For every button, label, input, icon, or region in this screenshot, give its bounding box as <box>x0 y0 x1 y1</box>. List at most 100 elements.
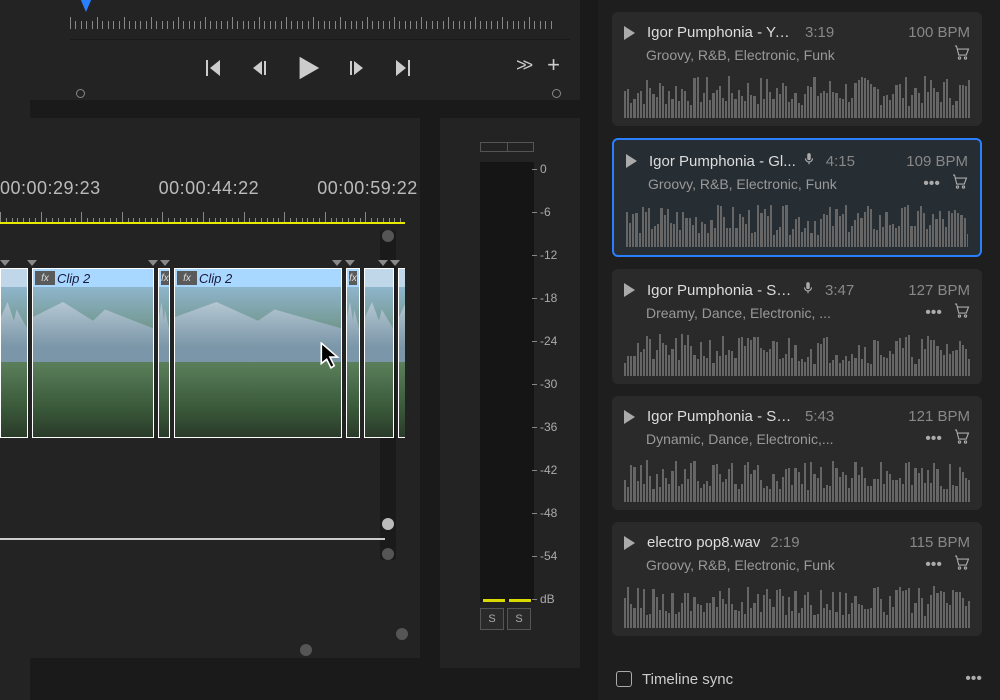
meter-tick-label: -18 <box>540 291 557 305</box>
fx-badge[interactable]: fx <box>177 271 197 285</box>
add-marker-button[interactable]: + <box>547 52 560 78</box>
track-duration: 3:47 <box>825 282 854 299</box>
step-forward-button[interactable] <box>344 56 368 80</box>
solo-button-left[interactable]: S <box>480 608 504 630</box>
music-track-card[interactable]: Igor Pumphonia - Spa... 3:47 127 BPM Dreamy… <box>612 269 982 384</box>
timecode-label: 00:00:29:23 <box>0 178 101 206</box>
meter-tick-label: dB <box>540 592 555 606</box>
track-waveform[interactable] <box>624 584 970 628</box>
track-bpm: 115 BPM <box>909 534 970 551</box>
music-track-card[interactable]: Igor Pumphonia - Gl... 4:15 109 BPM Groovy,… <box>612 138 982 257</box>
meter-tick-label: -54 <box>540 549 557 563</box>
play-track-button[interactable] <box>624 26 635 40</box>
play-track-button[interactable] <box>624 410 635 424</box>
track-menu-button[interactable]: ••• <box>923 175 940 193</box>
transport-ruler[interactable] <box>70 0 570 40</box>
track-tags: Groovy, R&B, Electronic, Funk <box>648 176 913 192</box>
track-menu-button[interactable]: ••• <box>925 304 942 322</box>
play-track-button[interactable] <box>624 536 635 550</box>
track-waveform[interactable] <box>624 74 970 118</box>
cart-icon[interactable] <box>952 553 970 576</box>
range-out-handle[interactable] <box>552 89 561 98</box>
track-title: electro pop8.wav <box>647 534 760 551</box>
range-in-handle[interactable] <box>76 89 85 98</box>
track-waveform[interactable] <box>624 458 970 502</box>
transport-controls <box>200 56 416 80</box>
track-tags: Dreamy, Dance, Electronic, ... <box>646 305 915 321</box>
go-to-in-button[interactable] <box>200 56 224 80</box>
scroll-handle[interactable] <box>300 644 312 656</box>
music-browser-panel: Igor Pumphonia - Your... 3:19 100 BPM Groov… <box>598 0 1000 700</box>
timeline-sync-label: Timeline sync <box>642 671 733 688</box>
track-bpm: 100 BPM <box>908 24 970 41</box>
track-title: Igor Pumphonia - Spa... <box>647 282 795 299</box>
meter-clip-indicator[interactable] <box>480 142 534 152</box>
timeline-panel: 00:00:29:23 00:00:44:22 00:00:59:22 fx C… <box>0 118 420 658</box>
timeline-sync-checkbox[interactable] <box>616 671 632 687</box>
track-menu-button[interactable]: ••• <box>925 430 942 448</box>
clip-title: Clip 2 <box>57 271 90 286</box>
video-clip[interactable] <box>0 268 28 438</box>
zoom-handle-top[interactable] <box>382 230 394 242</box>
meter-tick-label: 0 <box>540 162 547 176</box>
video-clip[interactable]: fx <box>346 268 360 438</box>
track-duration: 3:19 <box>805 24 834 41</box>
transport-extra: >> + <box>516 52 560 78</box>
timecode-row: 00:00:29:23 00:00:44:22 00:00:59:22 <box>0 178 420 206</box>
music-track-card[interactable]: electro pop8.wav 2:19 115 BPM Groovy, R&B, … <box>612 522 982 636</box>
transport-panel: >> + <box>0 0 580 100</box>
track-bpm: 121 BPM <box>908 408 970 425</box>
track-waveform[interactable] <box>624 332 970 376</box>
video-clip[interactable]: fx <box>158 268 170 438</box>
track-title: Igor Pumphonia - Gl... <box>649 153 796 170</box>
step-back-button[interactable] <box>248 56 272 80</box>
video-clip[interactable]: fx Clip 2 <box>174 268 342 438</box>
meter-tick-label: -42 <box>540 463 557 477</box>
mic-icon <box>801 281 815 299</box>
go-to-out-button[interactable] <box>392 56 416 80</box>
track-menu-button[interactable]: ••• <box>925 556 942 574</box>
fx-badge[interactable]: fx <box>349 271 357 285</box>
track-bpm: 109 BPM <box>906 153 968 170</box>
cart-icon[interactable] <box>952 427 970 450</box>
track-bpm: 127 BPM <box>908 282 970 299</box>
audio-meter <box>480 162 534 602</box>
audio-track-divider <box>0 538 385 540</box>
zoom-handle-active[interactable] <box>382 518 394 530</box>
track-duration: 4:15 <box>826 153 855 170</box>
fx-badge[interactable]: fx <box>35 271 55 285</box>
play-track-button[interactable] <box>626 154 637 168</box>
music-track-card[interactable]: Igor Pumphonia - Spa...5:43121 BPMDynami… <box>612 396 982 510</box>
track-waveform[interactable] <box>626 203 968 247</box>
cart-icon[interactable] <box>950 172 968 195</box>
zoom-handle-bottom[interactable] <box>382 548 394 560</box>
video-clip[interactable] <box>398 268 405 438</box>
more-transport-icon[interactable]: >> <box>516 55 529 76</box>
meter-tick-label: -12 <box>540 248 557 262</box>
cart-icon[interactable] <box>952 301 970 324</box>
track-tags: Dynamic, Dance, Electronic,... <box>646 431 915 447</box>
video-clip[interactable]: fx Clip 2 <box>32 268 154 438</box>
playhead-indicator[interactable] <box>80 0 92 12</box>
video-clip[interactable] <box>364 268 394 438</box>
track-tags: Groovy, R&B, Electronic, Funk <box>646 557 915 573</box>
track-duration: 5:43 <box>805 408 834 425</box>
video-track[interactable]: fx Clip 2 fx fx Clip 2 fx <box>0 268 405 443</box>
play-track-button[interactable] <box>624 283 635 297</box>
browser-menu-button[interactable]: ••• <box>965 670 982 688</box>
solo-button-right[interactable]: S <box>507 608 531 630</box>
play-button[interactable] <box>291 51 325 85</box>
meter-tick-label: -48 <box>540 506 557 520</box>
timecode-label: 00:00:44:22 <box>159 178 260 206</box>
music-track-card[interactable]: Igor Pumphonia - Your...3:19100 BPMGroov… <box>612 12 982 126</box>
scroll-handle[interactable] <box>396 628 408 640</box>
track-duration: 2:19 <box>770 534 799 551</box>
timeline-ruler[interactable] <box>0 210 405 224</box>
clip-title: Clip 2 <box>199 271 232 286</box>
browser-footer: Timeline sync ••• <box>616 670 982 688</box>
meter-tick-label: -30 <box>540 377 557 391</box>
meter-tick-label: -36 <box>540 420 557 434</box>
fx-badge[interactable]: fx <box>161 271 169 285</box>
cart-icon[interactable] <box>952 43 970 66</box>
track-title: Igor Pumphonia - Your... <box>647 24 795 41</box>
